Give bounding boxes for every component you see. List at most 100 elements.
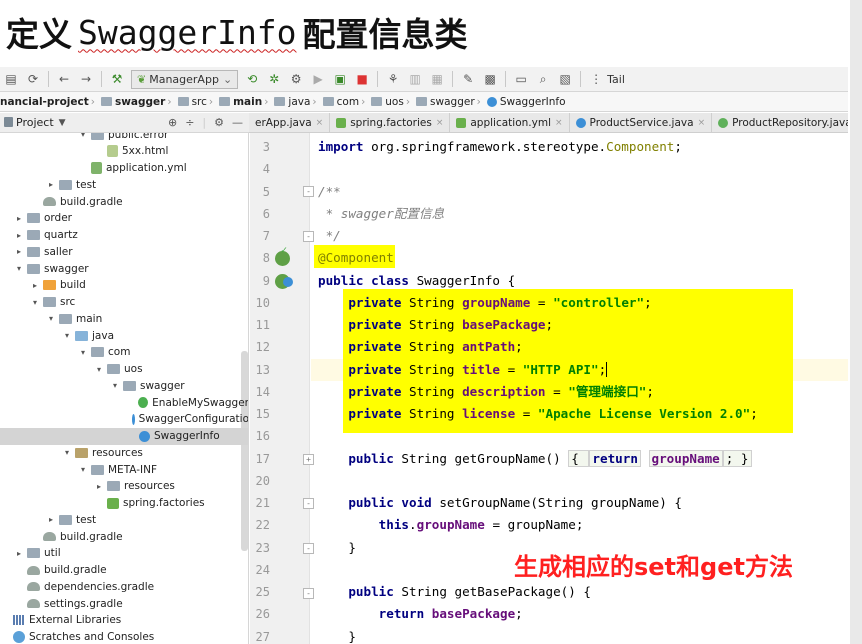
tree-item[interactable]: ▸ util [0,545,248,562]
tree-item[interactable]: settings.gradle [0,595,248,612]
chevron-right-icon[interactable]: ▸ [14,214,24,223]
editor-tab[interactable]: spring.factories × [330,113,451,132]
chevron-right-icon[interactable]: ▸ [14,231,24,240]
breadcrumb-item[interactable]: java [270,96,310,108]
code-line[interactable]: private String groupName = "controller"; [318,292,651,314]
tree-item[interactable]: ▾ src [0,294,248,311]
vcs-icon[interactable]: ⚘ [384,70,402,88]
sync-icon[interactable]: ⟳ [24,70,42,88]
run-config-select[interactable]: ❦ ManagerApp ⌄ [131,69,239,89]
hide-icon[interactable]: — [232,116,243,129]
code-line[interactable]: public void setGroupName(String groupNam… [318,492,682,514]
chevron-down-icon[interactable]: ▾ [78,133,88,139]
tree-item[interactable]: ▸ build [0,277,248,294]
code-line[interactable]: import org.springframework.stereotype.Co… [318,136,682,158]
tree-item[interactable]: spring.factories [0,495,248,512]
tree-item[interactable]: ▾ swagger [0,377,248,394]
code-line[interactable]: private String license = "Apache License… [318,403,757,425]
tree-item[interactable]: ▸ resources [0,478,248,495]
forward-arrow-icon[interactable]: → [77,70,95,88]
search-icon[interactable]: ⌕ [534,70,552,88]
back-arrow-icon[interactable]: ← [55,70,73,88]
editor-gutter[interactable]: 3 4 5 6 7 8 9 10 11 12 13 14 15 16 17 20 21 22 23 24 25 26 27 ✓ [250,133,310,644]
chevron-down-icon[interactable]: ▼ [59,118,66,128]
editor-tab[interactable]: ProductService.java × [570,113,713,132]
tree-item[interactable]: ▸ quartz [0,227,248,244]
editor-tab[interactable]: erApp.java × [249,113,331,132]
code-line[interactable]: public String getBasePackage() { [318,581,591,603]
vcs-commit-icon[interactable]: ▦ [428,70,446,88]
fold-collapse-icon[interactable]: - [303,186,314,197]
chevron-down-icon[interactable]: ▾ [110,381,120,390]
breadcrumb-item[interactable]: main [215,96,262,108]
code-line[interactable]: return basePackage; [318,603,523,625]
tree-item[interactable]: dependencies.gradle [0,578,248,595]
vcs-update-icon[interactable]: ▥ [406,70,424,88]
breadcrumb-item[interactable]: nancial-project [0,96,89,108]
tree-item[interactable]: build.gradle [0,562,248,579]
code-line[interactable]: private String title = "HTTP API"; [318,359,608,381]
stop-icon[interactable]: ■ [353,70,371,88]
chevron-right-icon[interactable]: ▸ [46,180,56,189]
chevron-down-icon[interactable]: ▾ [78,348,88,357]
rerun-icon[interactable]: ⟲ [243,70,261,88]
tail-label[interactable]: Tail [607,73,625,86]
chevron-right-icon[interactable]: ▸ [14,549,24,558]
chevron-right-icon[interactable]: ▸ [46,515,56,524]
tree-item[interactable]: ▾ swagger [0,260,248,277]
breadcrumb-item[interactable]: SwaggerInfo [483,96,566,108]
structure-icon[interactable]: ▩ [481,70,499,88]
tree-item[interactable]: application.yml [0,160,248,177]
fold-collapse-icon[interactable]: - [303,498,314,509]
tree-item[interactable]: EnableMySwagger [0,394,248,411]
code-line[interactable]: /** [318,181,341,203]
code-line[interactable]: } [318,537,356,559]
code-line[interactable]: private String description = "管理端接口"; [318,381,654,403]
tree-item[interactable]: SwaggerConfiguratio [0,411,248,428]
fold-collapse-icon[interactable]: - [303,231,314,242]
locate-icon[interactable]: ⊕ [168,116,177,129]
breadcrumb-item[interactable]: src [174,96,207,108]
tree-item[interactable]: ▾ uos [0,361,248,378]
chevron-down-icon[interactable]: ▾ [62,331,72,340]
tree-item[interactable]: ▸ test [0,176,248,193]
tree-item[interactable]: SwaggerInfo [0,427,248,445]
tree-item[interactable]: ▾ com [0,344,248,361]
tree-item[interactable]: ▸ test [0,511,248,528]
build-hammer-icon[interactable]: ⚒ [108,70,126,88]
tree-item[interactable]: ▾ java [0,327,248,344]
close-tab-icon[interactable]: × [555,118,563,128]
tree-item[interactable]: 5xx.html [0,143,248,160]
tree-item[interactable]: build.gradle [0,528,248,545]
wrench-icon[interactable]: ✎ [459,70,477,88]
save-icon[interactable]: ▤ [2,70,20,88]
tree-item[interactable]: ▸ saller [0,243,248,260]
chevron-down-icon[interactable]: ▾ [14,264,24,273]
fold-expand-icon[interactable]: + [303,454,314,465]
code-line[interactable]: * swagger配置信息 [318,203,445,225]
close-tab-icon[interactable]: × [698,118,706,128]
code-line[interactable]: @Component [318,247,394,269]
breadcrumb-item[interactable]: com [319,96,359,108]
fold-collapse-icon[interactable]: - [303,543,314,554]
tree-item[interactable]: Scratches and Consoles [0,629,248,644]
tree-item[interactable]: ▾ META-INF [0,461,248,478]
editor-tab[interactable]: ProductRepository.java× [712,113,848,132]
project-view-label[interactable]: Project [16,116,54,129]
gear-icon[interactable]: ⚙ [214,116,224,129]
tree-item[interactable]: ▾ resources [0,444,248,461]
breadcrumb-item[interactable]: uos [367,96,404,108]
chevron-right-icon[interactable]: ▸ [30,281,40,290]
coverage-icon[interactable]: ⚙ [287,70,305,88]
terminal-icon[interactable]: ▭ [512,70,530,88]
tree-item[interactable]: External Libraries [0,612,248,629]
chevron-down-icon[interactable]: ▾ [46,314,56,323]
tree-item[interactable]: ▾ main [0,310,248,327]
editor-tab[interactable]: application.yml × [450,113,570,132]
chevron-down-icon[interactable]: ▾ [62,448,72,457]
tree-item[interactable]: ▸ order [0,210,248,227]
collapse-all-icon[interactable]: ÷ [185,116,194,129]
tree-item[interactable]: build.gradle [0,193,248,210]
chevron-down-icon[interactable]: ▾ [78,465,88,474]
chevron-down-icon[interactable]: ▾ [94,365,104,374]
